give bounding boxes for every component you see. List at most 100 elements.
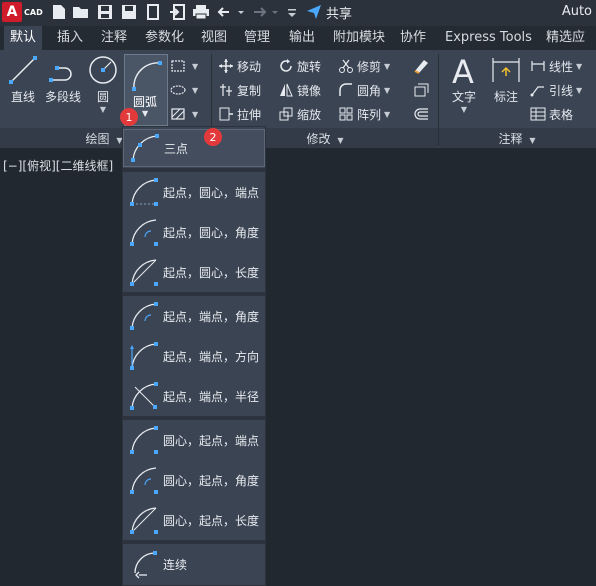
arc-option-label: 圆心，起点，长度 (163, 513, 260, 528)
leader-tool[interactable]: 引线 ▼ (530, 80, 582, 100)
arc-center-start-angle[interactable]: 圆心，起点，角度 (123, 461, 265, 499)
arc-three-point[interactable]: 三点 (123, 129, 265, 167)
fillet-icon (339, 83, 352, 96)
circle-dropdown-icon: ▼ (99, 105, 107, 114)
mirror-icon (280, 83, 293, 97)
text-tool[interactable]: A 文字 ▼ (446, 54, 482, 114)
draw-panel-title[interactable]: 绘图 ▼ (84, 130, 124, 146)
tab-output[interactable]: 输出 (283, 26, 321, 50)
menu-separator (123, 292, 265, 296)
hatch-tool[interactable]: ▼ (170, 104, 198, 124)
eraser-icon (414, 60, 428, 74)
tab-parametric[interactable]: 参数化 (139, 26, 190, 50)
arc-start-center-length-icon (130, 259, 158, 286)
tab-addins[interactable]: 附加模块 (327, 26, 391, 50)
arc-continue[interactable]: 连续 (123, 545, 265, 583)
annotation-panel-expand-icon: ▼ (529, 136, 536, 145)
fillet-tool[interactable]: 圆角 ▼ (338, 80, 390, 100)
text-label: 文字 (451, 90, 476, 104)
stretch-tool[interactable]: 拉伸 (218, 104, 261, 124)
menu-separator (123, 168, 265, 172)
dimension-tool[interactable]: 标注 (488, 54, 524, 105)
print-icon[interactable] (192, 3, 210, 21)
offset-tool[interactable] (412, 104, 433, 124)
import-icon[interactable] (168, 3, 186, 21)
table-tool[interactable]: 表格 (530, 104, 573, 124)
share-button[interactable]: 共享 (306, 3, 353, 22)
hatch-icon (171, 108, 185, 120)
undo-icon[interactable] (216, 3, 246, 21)
menu-separator (123, 416, 265, 420)
line-tool[interactable]: 直线 (6, 54, 40, 105)
mirror-tool[interactable]: 镜像 (278, 80, 321, 100)
arc-continue-icon (134, 551, 157, 579)
ellipse-icon (170, 85, 186, 95)
step-badge-2: 2 (204, 128, 222, 146)
modify-panel-title[interactable]: 修改 ▼ (300, 130, 350, 146)
tab-annotate[interactable]: 注释 (95, 26, 133, 50)
arc-start-end-angle[interactable]: 起点，端点，角度 (123, 297, 265, 335)
line-label: 直线 (10, 90, 35, 104)
explode-tool[interactable] (412, 80, 433, 100)
arc-start-end-radius[interactable]: 起点，端点，半径 (123, 377, 265, 415)
arc-start-end-direction[interactable]: 起点，端点，方向 (123, 337, 265, 375)
array-icon (339, 107, 353, 121)
trim-icon (339, 59, 353, 73)
arc-start-center-end[interactable]: 起点，圆心，端点 (123, 173, 265, 211)
new-file-icon[interactable] (50, 3, 68, 21)
linear-label: 线性 (549, 59, 574, 74)
rotate-tool[interactable]: 旋转 (278, 56, 321, 76)
fillet-label: 圆角 (357, 83, 382, 98)
drawing-canvas[interactable] (0, 148, 596, 586)
save-as-icon[interactable] (120, 3, 138, 21)
tab-view[interactable]: 视图 (195, 26, 233, 50)
move-tool[interactable]: 移动 (218, 56, 261, 76)
tab-default[interactable]: 默认 (4, 26, 43, 50)
arc-center-start-length[interactable]: 圆心，起点，长度 (123, 501, 265, 539)
trim-dropdown-icon: ▼ (384, 61, 391, 71)
linear-dropdown-icon: ▼ (576, 61, 583, 71)
redo-icon[interactable] (252, 3, 282, 21)
annotation-panel-title[interactable]: 注释 ▼ (494, 130, 540, 146)
tab-manage[interactable]: 管理 (238, 26, 276, 50)
copy-tool[interactable]: 复制 (218, 80, 261, 100)
arc-start-center-length[interactable]: 起点，圆心，长度 (123, 253, 265, 291)
save-icon[interactable] (96, 3, 114, 21)
copy-icon (220, 84, 232, 96)
polyline-label: 多段线 (44, 90, 81, 104)
move-label: 移动 (237, 59, 262, 74)
array-tool[interactable]: 阵列 ▼ (338, 104, 390, 124)
open-folder-icon[interactable] (72, 3, 90, 21)
stretch-label: 拉伸 (237, 107, 262, 122)
move-icon (219, 59, 233, 73)
customize-qat-icon[interactable] (286, 3, 298, 21)
share-label: 共享 (326, 6, 353, 22)
tab-insert[interactable]: 插入 (51, 26, 89, 50)
app-menu-button[interactable]: A CAD (0, 0, 44, 24)
window-title: Auto (561, 4, 592, 19)
plot-preview-icon[interactable] (144, 3, 162, 21)
tab-express-tools[interactable]: Express Tools (439, 26, 538, 50)
arc-center-start-end[interactable]: 圆心，起点，端点 (123, 421, 265, 459)
arc-option-label: 起点，端点，半径 (163, 389, 260, 404)
arc-option-label: 起点，圆心，长度 (163, 265, 260, 280)
tab-featured-apps[interactable]: 精选应用 (540, 26, 596, 69)
tab-collaborate[interactable]: 协作 (394, 26, 432, 50)
circle-tool[interactable]: 圆 ▼ (86, 54, 120, 114)
scale-tool[interactable]: 缩放 (278, 104, 321, 124)
arc-center-start-end-icon (130, 426, 158, 454)
arc-start-center-end-icon (130, 178, 158, 206)
rectangle-tool[interactable]: ▼ (170, 56, 198, 76)
app-logo-icon: A (2, 2, 22, 22)
table-label: 表格 (549, 107, 574, 122)
polyline-tool[interactable]: 多段线 (42, 54, 84, 105)
arc-option-label: 圆心，起点，端点 (163, 433, 260, 448)
ellipse-tool[interactable]: ▼ (170, 80, 198, 100)
arc-start-center-angle[interactable]: 起点，圆心，角度 (123, 213, 265, 251)
trim-tool[interactable]: 修剪 ▼ (338, 56, 390, 76)
viewport-controls[interactable]: [−][俯视][二维线框] (3, 157, 113, 174)
text-a-icon: A (452, 54, 474, 86)
linear-dim-tool[interactable]: 线性 ▼ (530, 56, 582, 76)
arc-three-point-icon (131, 134, 159, 162)
erase-tool[interactable] (412, 56, 433, 76)
